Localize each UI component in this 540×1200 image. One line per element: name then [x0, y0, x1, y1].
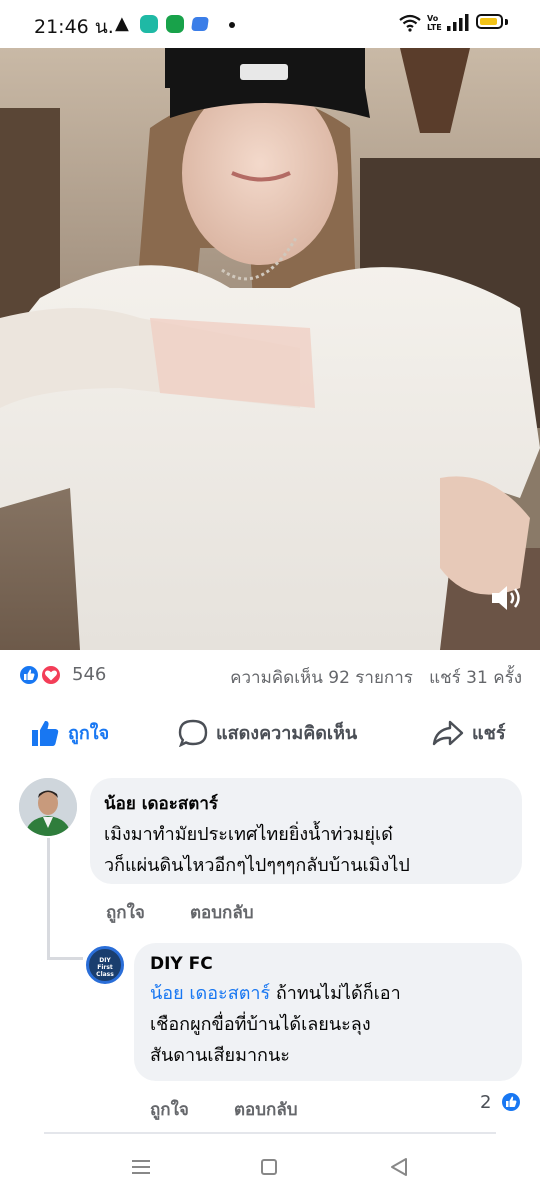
- more-notifications-dot-icon: [229, 22, 235, 28]
- comment-count[interactable]: ความคิดเห็น 92 รายการ: [230, 668, 413, 688]
- reply-bubble[interactable]: DIY FC น้อย เดอะสตาร์ ถ้าทนไม่ได้ก็เอา เ…: [134, 943, 522, 1081]
- home-icon[interactable]: [261, 1159, 277, 1175]
- comment-text-fragment: ถ้าทนไม่ได้ก็เอา: [270, 983, 401, 1004]
- comment-reply-button[interactable]: ตอบกลับ: [190, 899, 254, 926]
- battery-level: [480, 18, 497, 25]
- comment-text-line: เชือกผูกขื่อที่บ้านได้เลยนะลุง: [150, 1014, 371, 1035]
- like-button-label: ถูกใจ: [68, 723, 110, 744]
- alert-icon: ▲: [115, 13, 129, 34]
- video-frame-image: [0, 48, 540, 650]
- comment-text-line: วก็แผ่นดินไหวอีกๆไปๆๆๆกลับบ้านเมิงไป: [104, 855, 410, 876]
- share-arrow-icon: [432, 720, 464, 745]
- comment-bubble-icon: [178, 719, 208, 747]
- sound-on-icon[interactable]: [490, 583, 524, 613]
- avatar[interactable]: [19, 778, 77, 836]
- recent-apps-icon[interactable]: [130, 1157, 152, 1177]
- chat-app-icon: [140, 15, 158, 33]
- battery-icon: [476, 14, 503, 29]
- comment-author[interactable]: DIY FC: [150, 954, 506, 974]
- avatar[interactable]: DIY First Class: [86, 946, 124, 984]
- thread-connector: [47, 838, 50, 960]
- comment-reaction-count[interactable]: 2: [480, 1092, 491, 1113]
- divider: [44, 1132, 496, 1134]
- volte-icon: Vo LTE: [427, 14, 442, 32]
- signal-icon: [447, 14, 469, 31]
- like-button[interactable]: ถูกใจ: [30, 718, 109, 747]
- status-clock: 21:46 น.: [34, 16, 114, 38]
- comment-like-button[interactable]: ถูกใจ: [150, 1096, 189, 1123]
- post-video[interactable]: [0, 48, 540, 650]
- comment-button-label: แสดงความคิดเห็น: [216, 723, 358, 744]
- thread-connector-branch: [47, 957, 83, 960]
- comment-button[interactable]: แสดงความคิดเห็น: [178, 718, 357, 747]
- avatar-logo-text: DIY First Class: [96, 957, 114, 978]
- mention-link[interactable]: น้อย เดอะสตาร์: [150, 983, 270, 1004]
- wifi-icon: [399, 14, 421, 32]
- like-reaction-icon[interactable]: [500, 1091, 522, 1113]
- love-reaction-icon[interactable]: [40, 664, 62, 686]
- like-reaction-icon[interactable]: [18, 664, 40, 686]
- reaction-count[interactable]: 546: [72, 664, 106, 685]
- shield-app-icon: [166, 15, 184, 33]
- comment-text-line: สันดานเสียมากนะ: [150, 1045, 290, 1066]
- comment-bubble[interactable]: น้อย เดอะสตาร์ เมิงมาทำมัยประเทศไทยยิ่งน…: [90, 778, 522, 884]
- comment-like-button[interactable]: ถูกใจ: [106, 899, 145, 926]
- battery-tip: [505, 19, 508, 25]
- back-icon[interactable]: [388, 1157, 410, 1177]
- share-count[interactable]: แชร์ 31 ครั้ง: [429, 668, 522, 688]
- comment-reply-button[interactable]: ตอบกลับ: [234, 1096, 298, 1123]
- comment-text-line: เมิงมาทำมัยประเทศไทยยิ่งน้ำท่วมยุ่เด๋: [104, 824, 393, 845]
- messenger-app-icon: [191, 17, 209, 31]
- share-button[interactable]: แชร์: [432, 718, 506, 747]
- share-button-label: แชร์: [472, 723, 506, 744]
- thumbs-up-icon: [32, 720, 59, 746]
- engagement-stats: ความคิดเห็น 92 รายการ แชร์ 31 ครั้ง: [230, 664, 522, 691]
- comment-text-line: น้อย เดอะสตาร์ ถ้าทนไม่ได้ก็เอา: [150, 978, 506, 1009]
- comment-author[interactable]: น้อย เดอะสตาร์: [104, 790, 508, 817]
